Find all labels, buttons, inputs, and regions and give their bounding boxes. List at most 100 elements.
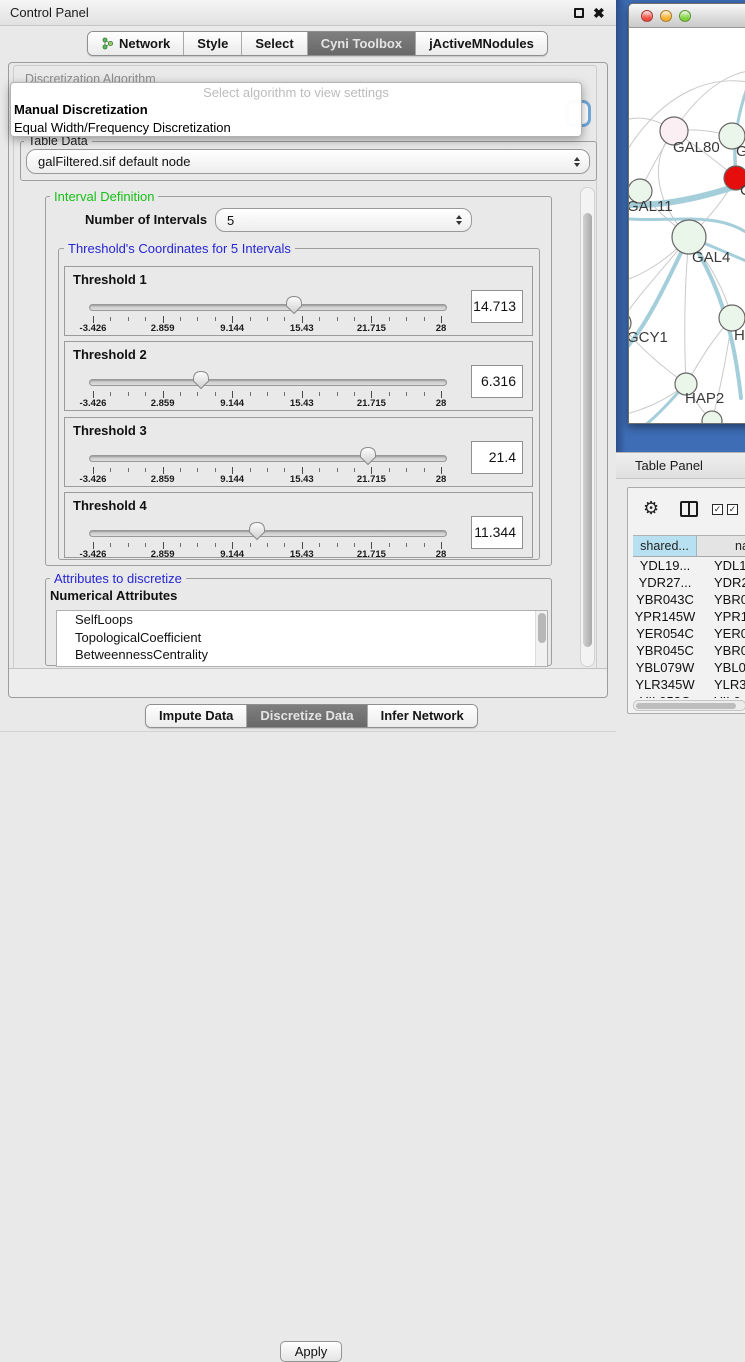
table-row[interactable]: YLR345WYLR3: [633, 676, 745, 693]
slider-thumb[interactable]: [248, 521, 266, 541]
threshold-value-field[interactable]: 21.4: [471, 441, 523, 474]
cell-name[interactable]: YDL1: [697, 557, 745, 574]
node-label-gal80: GAL80: [673, 139, 720, 156]
node-label-c: C: [740, 182, 745, 199]
stepper-arrows-icon[interactable]: [456, 215, 462, 225]
table-row[interactable]: YIL052CYIL0: [633, 693, 745, 698]
dropdown-option-manual-discretization[interactable]: Manual Discretization: [11, 101, 581, 119]
desktop-shadow: [616, 0, 626, 452]
attributes-group-label: Attributes to discretize: [50, 571, 186, 586]
tick-mark: [215, 392, 216, 396]
tab-label: Infer Network: [381, 704, 464, 728]
cell-shared-name[interactable]: YIL052C: [633, 693, 697, 698]
tab-discretize-data[interactable]: Discretize Data: [247, 705, 367, 727]
numerical-attributes-list[interactable]: SelfLoopsTopologicalCoefficientBetweenne…: [56, 610, 548, 667]
split-view-icon[interactable]: [680, 501, 698, 517]
attribute-item-betweennesscentrality[interactable]: BetweennessCentrality: [57, 646, 547, 664]
float-panel-icon[interactable]: [574, 8, 584, 18]
tab-jactivemnodules[interactable]: jActiveMNodules: [416, 32, 547, 55]
column-header-name[interactable]: na: [697, 536, 745, 556]
table-hscroll-thumb[interactable]: [636, 703, 736, 709]
table-row[interactable]: YBR043CYBR0: [633, 591, 745, 608]
slider-track[interactable]: [89, 455, 447, 462]
panel-scrollbar[interactable]: [580, 187, 595, 667]
cell-shared-name[interactable]: YDL19...: [633, 557, 697, 574]
tick-mark: [250, 392, 251, 396]
number-of-intervals-combobox[interactable]: 5: [215, 208, 472, 232]
tick-mark: [284, 392, 285, 396]
tick-mark: [163, 316, 164, 323]
threshold-value-field[interactable]: 11.344: [471, 516, 523, 549]
cell-shared-name[interactable]: YBR043C: [633, 591, 697, 608]
tab-network[interactable]: Network: [88, 32, 184, 55]
list-scrollbar[interactable]: [535, 611, 547, 666]
tick-mark: [128, 468, 129, 472]
cell-name[interactable]: YDR2: [697, 574, 745, 591]
stepper-arrows-icon[interactable]: [574, 157, 580, 167]
cell-shared-name[interactable]: YLR345W: [633, 676, 697, 693]
cell-shared-name[interactable]: YBR045C: [633, 642, 697, 659]
minimize-traffic-icon[interactable]: [660, 10, 672, 22]
zoom-traffic-icon[interactable]: [679, 10, 691, 22]
threshold-value-field[interactable]: 14.713: [471, 290, 523, 323]
slider-track[interactable]: [89, 530, 447, 537]
network-canvas[interactable]: GAL80GACGAL11GAL4GCY1HHAP2: [629, 28, 745, 424]
slider-tick-labels: -3.4262.8599.14415.4321.71528: [93, 398, 441, 410]
tick-mark: [145, 392, 146, 396]
slider-thumb[interactable]: [192, 370, 210, 390]
select-columns-icon[interactable]: ✓: [727, 504, 738, 515]
cell-shared-name[interactable]: YER054C: [633, 625, 697, 642]
panel-scrollbar-thumb[interactable]: [583, 213, 592, 647]
tick-label: 15.43: [290, 474, 314, 485]
table-row[interactable]: YDL19...YDL1: [633, 557, 745, 574]
apply-button[interactable]: Apply: [280, 1341, 342, 1362]
table-horizontal-scrollbar[interactable]: [633, 700, 745, 711]
cell-name[interactable]: YBL0: [697, 659, 745, 676]
select-columns-icon[interactable]: ✓: [712, 504, 723, 515]
tick-label: 28: [436, 474, 447, 485]
node-label-gcy1: GCY1: [629, 329, 668, 346]
cell-name[interactable]: YPR1: [697, 608, 745, 625]
cell-name[interactable]: YIL0: [697, 693, 745, 698]
dropdown-option-equal-width-frequency-discretization[interactable]: Equal Width/Frequency Discretization: [11, 119, 581, 137]
table-row[interactable]: YBL079WYBL0: [633, 659, 745, 676]
table-row[interactable]: YPR145WYPR1: [633, 608, 745, 625]
column-header-shared-name[interactable]: shared...: [633, 536, 697, 556]
bottom-tab-bar: Impute DataDiscretize Data Infer Network: [145, 704, 478, 728]
network-edge[interactable]: [685, 237, 689, 384]
slider-thumb[interactable]: [285, 295, 303, 315]
cell-name[interactable]: YBR0: [697, 591, 745, 608]
attribute-item-selfloops[interactable]: SelfLoops: [57, 611, 547, 629]
table-row[interactable]: YER054CYER0: [633, 625, 745, 642]
close-icon[interactable]: ✖: [593, 4, 605, 22]
tick-mark: [250, 317, 251, 321]
tab-select[interactable]: Select: [242, 32, 307, 55]
cell-shared-name[interactable]: YPR145W: [633, 608, 697, 625]
settings-gear-icon[interactable]: ⚙: [643, 499, 659, 517]
tab-impute-data[interactable]: Impute Data: [146, 705, 247, 727]
threshold-value-field[interactable]: 6.316: [471, 365, 523, 398]
close-traffic-icon[interactable]: [641, 10, 653, 22]
cell-name[interactable]: YBR0: [697, 642, 745, 659]
cell-name[interactable]: YER0: [697, 625, 745, 642]
cell-name[interactable]: YLR3: [697, 676, 745, 693]
tab-infer-network[interactable]: Infer Network: [368, 705, 477, 727]
network-window-titlebar[interactable]: [629, 4, 745, 28]
table-data-combobox[interactable]: galFiltered.sif default node: [26, 149, 590, 174]
cell-shared-name[interactable]: YDR27...: [633, 574, 697, 591]
attribute-item-topologicalcoefficient[interactable]: TopologicalCoefficient: [57, 629, 547, 647]
tick-mark: [110, 468, 111, 472]
slider-track[interactable]: [89, 379, 447, 386]
tab-style[interactable]: Style: [184, 32, 242, 55]
tick-label: 21.715: [357, 549, 386, 560]
table-row[interactable]: YBR045CYBR0: [633, 642, 745, 659]
slider-track[interactable]: [89, 304, 447, 311]
tick-mark: [319, 317, 320, 321]
table-row[interactable]: YDR27...YDR2: [633, 574, 745, 591]
tab-cyni-toolbox[interactable]: Cyni Toolbox: [308, 32, 416, 55]
tick-label: 2.859: [151, 549, 175, 560]
cell-shared-name[interactable]: YBL079W: [633, 659, 697, 676]
slider-thumb[interactable]: [359, 446, 377, 466]
tick-mark: [110, 392, 111, 396]
list-scrollbar-thumb[interactable]: [538, 613, 546, 643]
